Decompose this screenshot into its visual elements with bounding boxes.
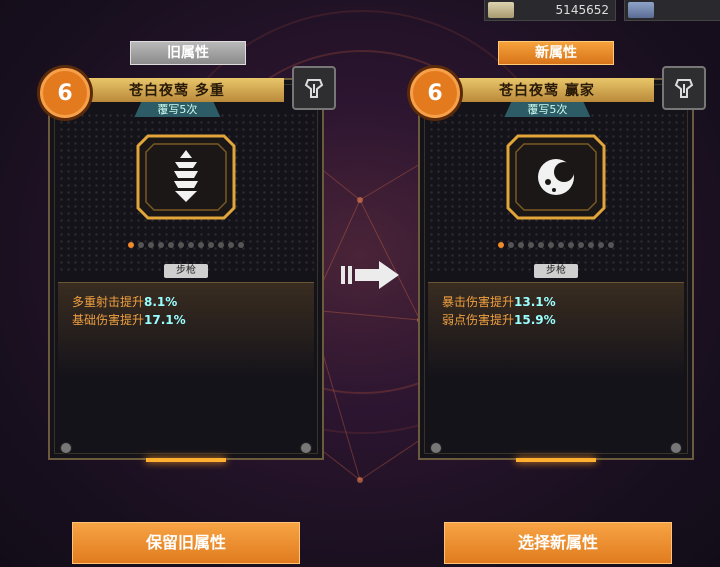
chip-icon bbox=[628, 2, 654, 18]
keep-old-button[interactable]: 保留旧属性 bbox=[72, 522, 300, 564]
weapon-info-button[interactable] bbox=[662, 66, 706, 110]
card-title: 苍白夜莺 赢家 bbox=[440, 78, 654, 102]
stat-panel: 暴击伤害提升13.1% 弱点伤害提升15.9% bbox=[428, 282, 684, 440]
page-indicator bbox=[498, 242, 614, 248]
stat-line: 弱点伤害提升15.9% bbox=[442, 313, 556, 327]
card-title: 苍白夜莺 多重 bbox=[70, 78, 284, 102]
overwrite-count: 覆写5次 bbox=[504, 102, 591, 117]
cash-icon bbox=[488, 2, 514, 18]
stat-line: 基础伤害提升17.1% bbox=[72, 313, 186, 327]
stat-line: 多重射击提升8.1% bbox=[72, 295, 178, 309]
new-attributes-tag: 新属性 bbox=[498, 41, 614, 65]
module-icon bbox=[304, 79, 324, 98]
screw-icon bbox=[670, 442, 682, 454]
overwrite-count: 覆写5次 bbox=[134, 102, 221, 117]
multishot-emblem bbox=[136, 134, 236, 220]
weapon-type-chip: 步枪 bbox=[534, 264, 578, 278]
module-icon bbox=[674, 79, 694, 98]
card-glow bbox=[146, 458, 226, 462]
money-counter: 5145652 bbox=[484, 0, 616, 21]
screw-icon bbox=[60, 442, 72, 454]
screw-icon bbox=[430, 442, 442, 454]
page-indicator bbox=[128, 242, 244, 248]
moon-emblem bbox=[506, 134, 606, 220]
transition-arrow-icon bbox=[341, 260, 399, 290]
stat-panel: 多重射击提升8.1% 基础伤害提升17.1% bbox=[58, 282, 314, 440]
stat-line: 暴击伤害提升13.1% bbox=[442, 295, 556, 309]
money-value: 5145652 bbox=[555, 3, 609, 17]
item-counter bbox=[624, 0, 720, 21]
screw-icon bbox=[300, 442, 312, 454]
level-badge: 6 bbox=[40, 68, 90, 118]
old-attribute-card: 苍白夜莺 多重 覆写5次 6 步枪 多重射击提升8.1% 基础伤害提升17.1% bbox=[40, 66, 336, 462]
new-attribute-card: 苍白夜莺 赢家 覆写5次 6 步枪 暴击伤害提升13.1% 弱点伤害提升15.9… bbox=[410, 66, 706, 462]
choose-new-button[interactable]: 选择新属性 bbox=[444, 522, 672, 564]
card-glow bbox=[516, 458, 596, 462]
moon-icon bbox=[538, 159, 574, 195]
level-badge: 6 bbox=[410, 68, 460, 118]
old-attributes-tag: 旧属性 bbox=[130, 41, 246, 65]
weapon-type-chip: 步枪 bbox=[164, 264, 208, 278]
weapon-info-button[interactable] bbox=[292, 66, 336, 110]
